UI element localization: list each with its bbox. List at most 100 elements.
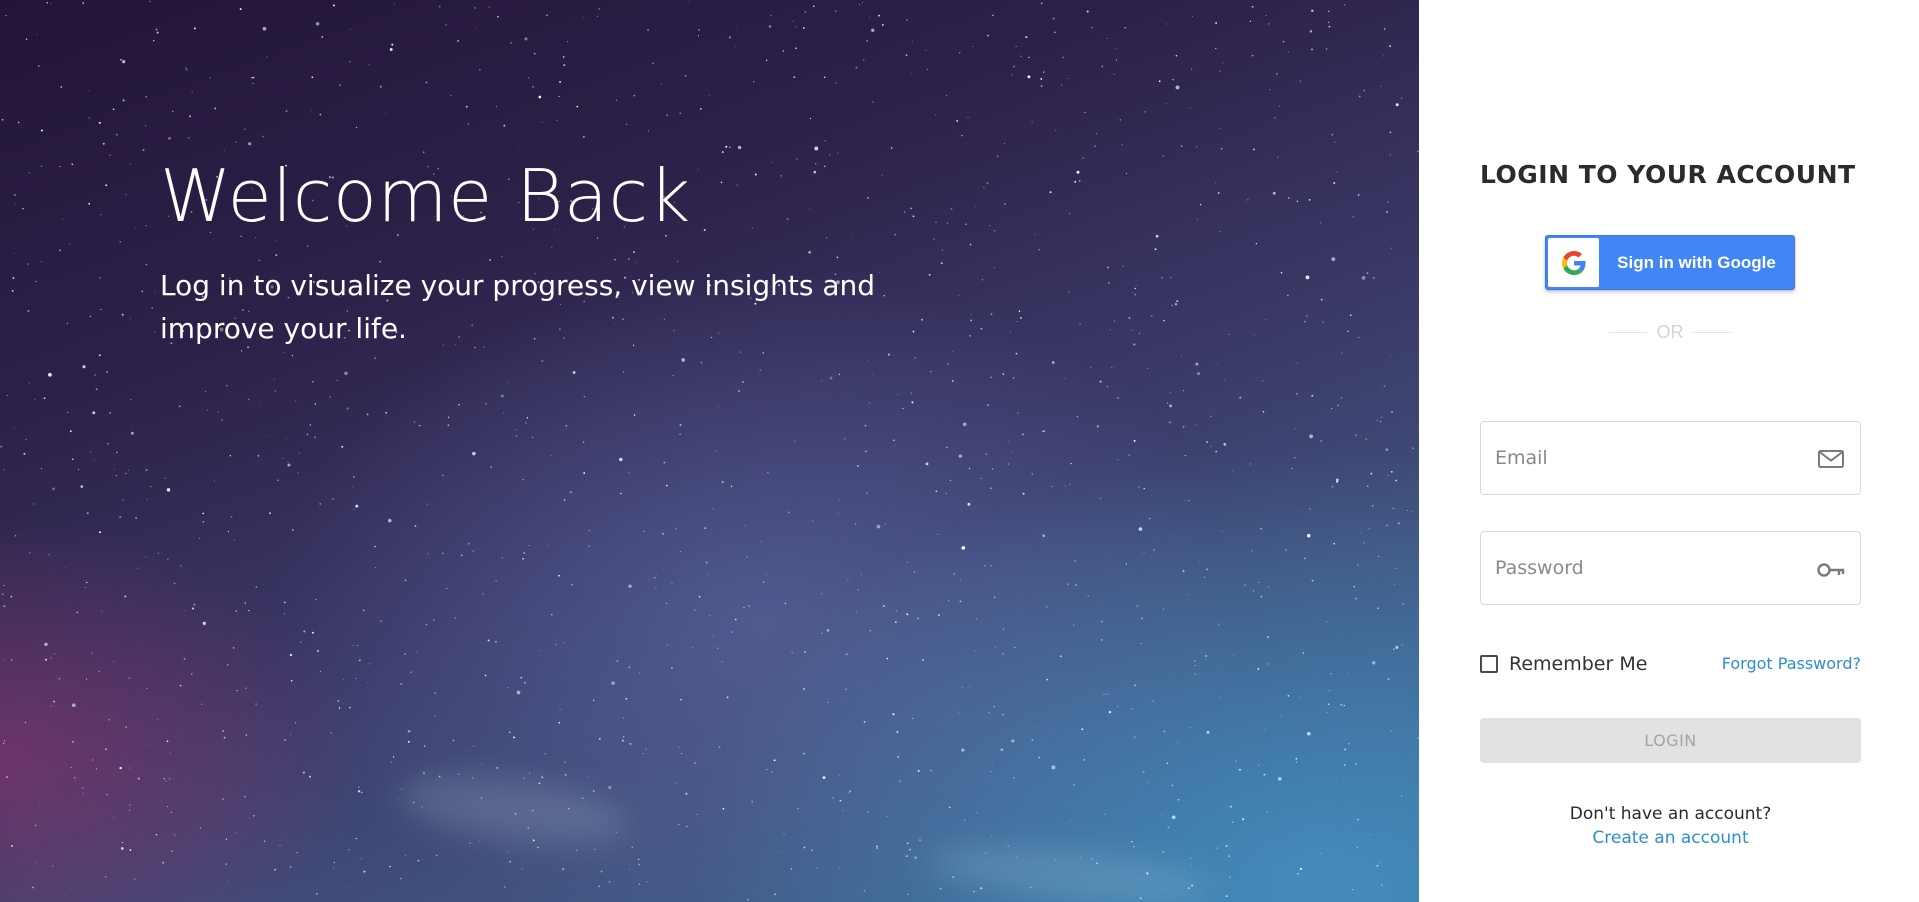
star [850,233,852,235]
star [90,451,92,453]
star [262,135,264,138]
star [1252,148,1255,151]
star [191,673,193,675]
star [1147,782,1149,784]
star [521,868,523,870]
star [679,433,681,436]
star [950,207,953,210]
star [697,35,700,37]
star [435,854,438,857]
star [1171,784,1174,787]
star [163,778,165,780]
star [551,614,553,616]
star [1108,710,1112,714]
star [1210,415,1212,417]
star [680,699,682,701]
star [285,110,288,113]
star [171,850,173,852]
star [33,503,35,505]
remember-me-checkbox[interactable] [1480,655,1498,673]
star [675,782,678,784]
star [1322,321,1324,323]
star [1206,730,1210,734]
login-button[interactable]: LOGIN [1480,718,1861,763]
star [946,222,948,224]
star [1068,291,1070,293]
star [1052,17,1055,20]
star [353,476,355,478]
star [1230,805,1232,808]
star [969,334,972,337]
star [1116,706,1118,708]
star [709,615,711,617]
star [425,623,428,626]
star [886,657,889,660]
star [1186,594,1188,595]
star [569,490,573,494]
star [835,82,837,84]
star [598,737,601,740]
star [416,651,418,653]
star [106,371,108,373]
star [906,842,909,845]
star [925,462,929,466]
star [137,567,138,569]
star [1380,416,1383,418]
star [222,798,224,800]
star [1094,145,1096,148]
star [969,686,970,688]
star [1062,56,1064,59]
star [1028,56,1030,59]
star [1228,333,1230,335]
star [925,49,927,51]
star [423,745,426,747]
star [434,692,437,694]
star [189,115,191,118]
star [1340,703,1343,706]
star [760,541,762,543]
email-input[interactable] [1495,422,1815,494]
star [1383,28,1386,30]
star [1311,9,1314,13]
star [996,155,999,158]
star [1004,203,1006,205]
star [72,458,74,461]
forgot-password-link[interactable]: Forgot Password? [1722,652,1861,676]
star [919,839,921,841]
star [555,643,557,646]
star [844,438,846,440]
google-sign-in-button[interactable]: Sign in with Google [1545,235,1795,290]
star [128,469,130,471]
star [35,863,37,865]
star [921,318,924,321]
star [990,564,992,567]
star [1064,378,1066,379]
star [298,452,300,454]
star [135,227,137,229]
create-account-link[interactable]: Create an account [1480,828,1861,848]
star [362,609,365,612]
star [980,477,982,480]
star [748,605,750,607]
star [559,80,562,83]
star [1357,194,1360,196]
star [1348,743,1350,745]
star [842,809,844,811]
star [496,106,497,108]
star [32,886,34,889]
star [803,846,806,849]
star [388,518,392,523]
star [1076,416,1078,418]
star [205,391,207,393]
star [1166,762,1169,765]
password-input[interactable] [1495,532,1815,604]
star [410,671,412,673]
star [71,703,76,708]
star [551,246,553,248]
star [971,313,973,315]
star [876,847,879,850]
starfield-background [0,0,1419,901]
star [74,777,76,779]
star [860,574,863,576]
star [520,676,523,679]
